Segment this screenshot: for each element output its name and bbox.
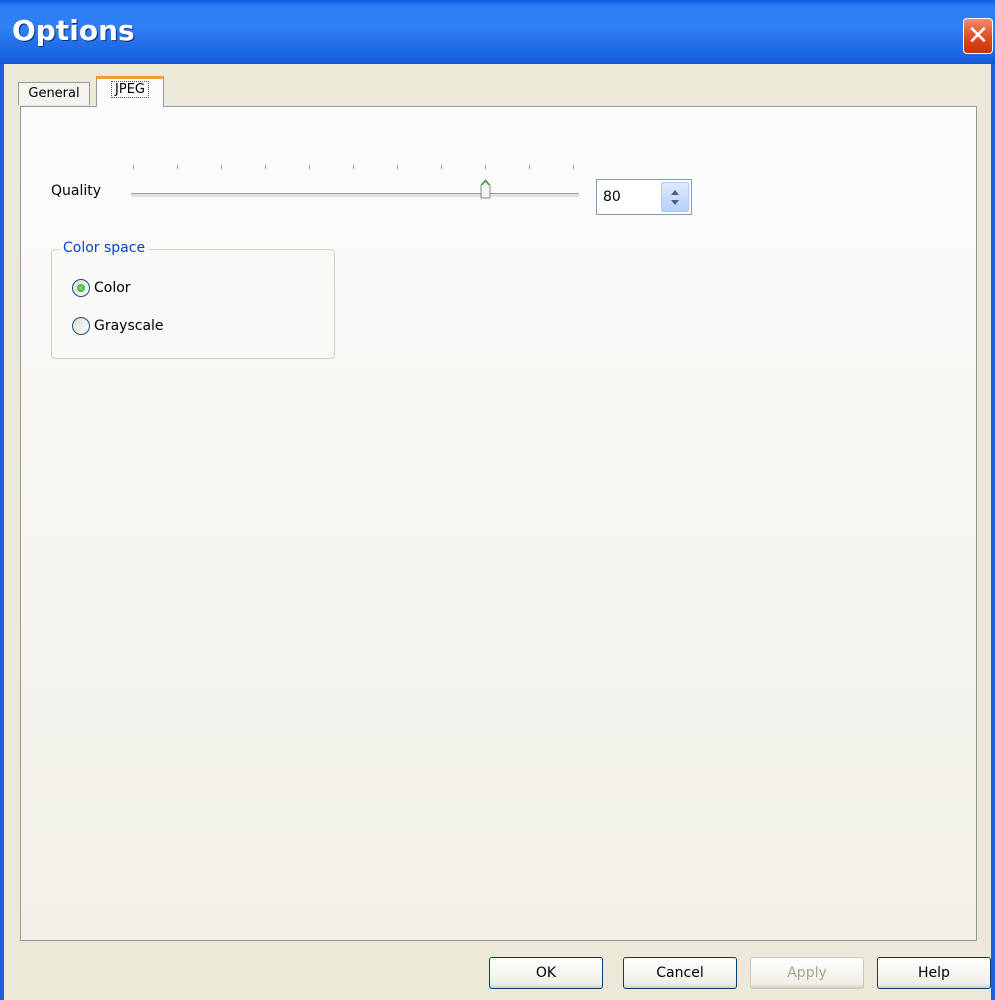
radio-color-label: Color [94,280,131,296]
slider-tick [133,165,134,169]
window-title: Options [12,14,135,47]
spin-down-icon[interactable] [671,200,679,205]
radio-grayscale-indicator[interactable] [72,317,90,335]
spin-buttons[interactable] [661,182,689,212]
tab-jpeg-label: JPEG [111,81,149,98]
quality-spinbox[interactable]: 80 [596,179,692,215]
color-space-legend: Color space [60,240,149,256]
slider-tick [573,165,574,169]
close-button[interactable]: ✕ [963,18,993,54]
quality-label: Quality [51,183,102,199]
slider-tick [265,165,266,169]
quality-slider-track[interactable] [131,193,579,198]
color-space-group: Color space Color Grayscale [51,240,335,359]
slider-tick [397,165,398,169]
slider-tick [441,165,442,169]
window-frame-right [991,64,995,1000]
slider-tick [353,165,354,169]
title-bar: Options ✕ [0,0,995,64]
tab-jpeg[interactable]: JPEG [96,76,164,107]
slider-tick [177,165,178,169]
help-button[interactable]: Help [877,957,991,989]
slider-tick [221,165,222,169]
quality-value[interactable]: 80 [603,189,621,205]
ok-button[interactable]: OK [489,957,603,989]
slider-tick [309,165,310,169]
tab-general[interactable]: General [18,82,90,105]
apply-button[interactable]: Apply [750,957,864,989]
window-frame-left [0,64,4,1000]
cancel-button[interactable]: Cancel [623,957,737,989]
tab-page-jpeg: Quality 80 Color space Color Grayscale [20,106,977,941]
radio-grayscale[interactable]: Grayscale [72,316,164,336]
quality-slider-thumb[interactable] [480,179,491,199]
slider-tick [485,165,486,169]
radio-color-indicator[interactable] [72,279,90,297]
spin-up-icon[interactable] [671,190,679,195]
close-icon: ✕ [967,21,989,51]
radio-color[interactable]: Color [72,278,131,298]
slider-tick [529,165,530,169]
radio-grayscale-label: Grayscale [94,318,164,334]
